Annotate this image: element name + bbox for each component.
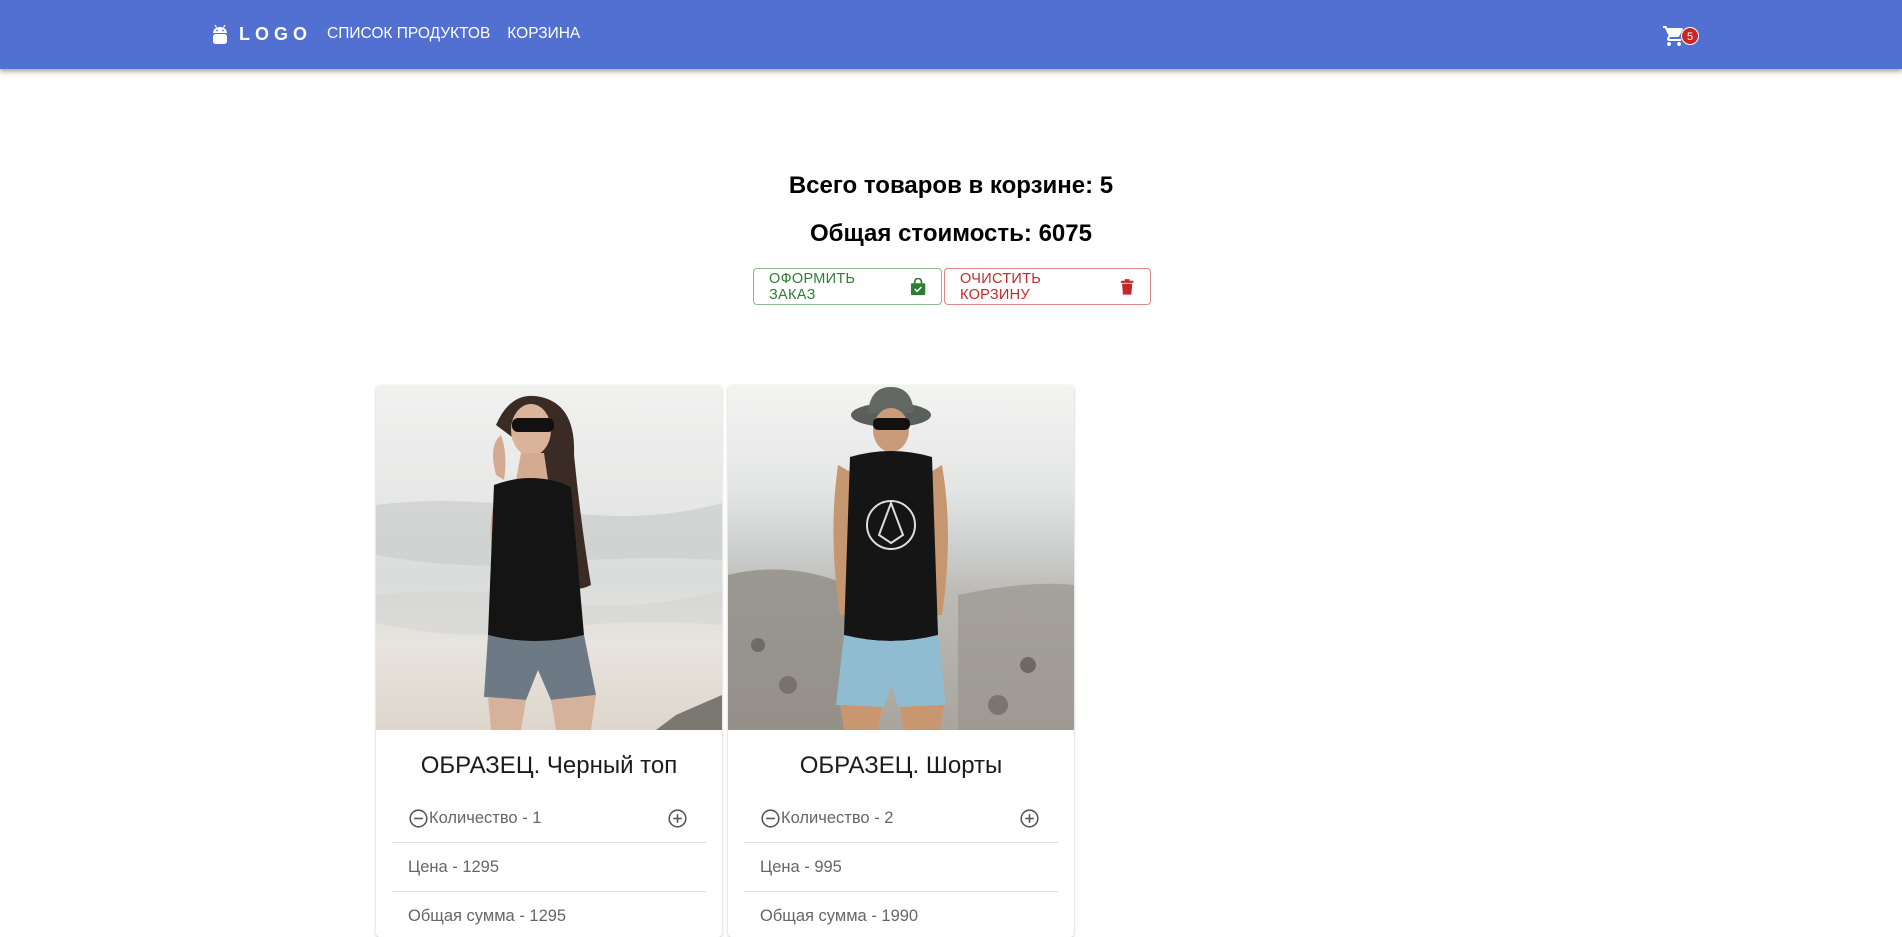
cart-summary: Всего товаров в корзине: 5 Общая стоимос…: [0, 168, 1902, 252]
app-bar: LOGO СПИСОК ПРОДУКТОВ КОРЗИНА 5: [0, 0, 1902, 69]
product-title: ОБРАЗЕЦ. Шорты: [799, 752, 1003, 779]
plus-circle-icon[interactable]: [1019, 808, 1040, 829]
minus-circle-icon[interactable]: [408, 808, 429, 829]
total-row: Общая сумма - 1295: [392, 892, 706, 937]
android-icon: [213, 24, 227, 44]
product-image: [376, 385, 722, 730]
cart-count-badge: 5: [1681, 27, 1699, 45]
quantity-text: Количество - 1: [429, 808, 542, 827]
trash-icon: [1120, 278, 1134, 295]
nav-products-link[interactable]: СПИСОК ПРОДУКТОВ: [327, 23, 490, 45]
product-card: ОБРАЗЕЦ. Черный топ Количество - 1 Цена …: [376, 385, 722, 937]
product-card: ОБРАЗЕЦ. Шорты Количество - 2 Цена - 995…: [728, 385, 1074, 937]
checkout-button[interactable]: ОФОРМИТЬ ЗАКАЗ: [753, 268, 942, 305]
total-text: Общая сумма - 1990: [760, 907, 919, 925]
quantity-text: Количество - 2: [781, 808, 894, 827]
clear-cart-button[interactable]: ОЧИСТИТЬ КОРЗИНУ: [944, 268, 1151, 305]
price-text: Цена - 995: [760, 857, 842, 876]
total-items-text: Всего товаров в корзине: 5: [788, 172, 1114, 199]
price-row: Цена - 1295: [392, 843, 706, 892]
price-text: Цена - 1295: [408, 857, 500, 876]
total-row: Общая сумма - 1990: [744, 892, 1058, 937]
total-cost-text: Общая стоимость: 6075: [810, 220, 1092, 247]
minus-circle-icon[interactable]: [760, 808, 781, 829]
main-nav: СПИСОК ПРОДУКТОВ КОРЗИНА: [327, 23, 580, 45]
cart-actions: ОФОРМИТЬ ЗАКАЗ ОЧИСТИТЬ КОРЗИНУ: [753, 268, 1151, 305]
clear-cart-button-label: ОЧИСТИТЬ КОРЗИНУ: [960, 270, 1042, 303]
quantity-row: Количество - 2: [744, 794, 1058, 843]
logo-text: LOGO: [239, 24, 312, 44]
product-title: ОБРАЗЕЦ. Черный топ: [420, 752, 678, 779]
price-row: Цена - 995: [744, 843, 1058, 892]
brand[interactable]: LOGO: [211, 22, 312, 46]
quantity-row: Количество - 1: [392, 794, 706, 843]
cart-button[interactable]: 5: [1662, 22, 1702, 50]
product-image: [728, 385, 1074, 730]
total-text: Общая сумма - 1295: [408, 907, 567, 925]
shopping-bag-icon: [910, 277, 926, 295]
checkout-button-label: ОФОРМИТЬ ЗАКАЗ: [769, 270, 856, 303]
plus-circle-icon[interactable]: [667, 808, 688, 829]
nav-cart-link[interactable]: КОРЗИНА: [507, 23, 580, 45]
